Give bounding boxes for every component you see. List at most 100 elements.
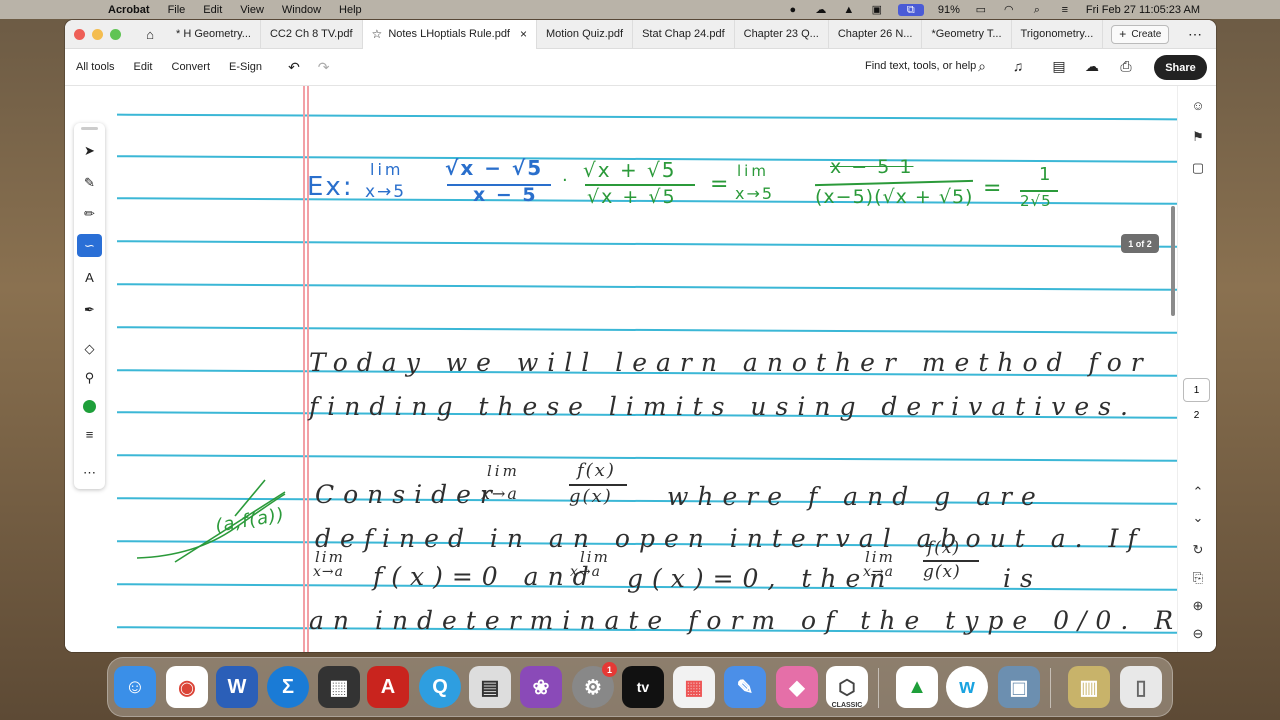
creative-cloud-icon[interactable]: ☁ [814,4,828,16]
conjugate-numerator: √x + √5 [583,158,677,182]
select-arrow-icon[interactable]: ➤ [77,139,102,162]
search-icon[interactable]: ⌕ [973,58,991,75]
undo-icon[interactable]: ↶ [288,59,300,76]
freehand-draw-icon[interactable]: ∽ [77,234,102,257]
bookmark-icon[interactable]: ⚑ [1189,129,1207,145]
page-thumb-1[interactable]: 1 [1183,378,1210,402]
menu-app-name[interactable]: Acrobat [108,4,150,16]
chrome-icon[interactable]: ◉ [166,666,208,708]
create-label: Create [1131,28,1162,40]
tab-chapter-26[interactable]: Chapter 26 N... [829,20,923,49]
finder-icon[interactable]: ☺ [114,666,156,708]
comment-icon[interactable]: ☺ [1189,98,1207,113]
comment-tool-icon[interactable]: ✎ [77,171,102,194]
menu-edit[interactable]: Edit [203,4,222,16]
google-drive-icon[interactable]: ▲ [896,666,938,708]
document-view[interactable]: Ex: lim x→5 √x − √5 x − 5 · √x + √5 √x +… [65,86,1216,652]
zoom-in-icon[interactable]: ⊕ [1189,598,1207,614]
photo-booth-icon[interactable]: ❀ [520,666,562,708]
pin-icon[interactable]: ⚲ [77,366,102,389]
esign-button[interactable]: E-Sign [229,61,262,73]
cloud-upload-icon[interactable]: ☁ [1083,58,1101,75]
search-icon[interactable]: ⌕ [1030,4,1044,16]
menu-view[interactable]: View [240,4,264,16]
record-icon[interactable]: ● [786,4,800,16]
convert-button[interactable]: Convert [172,61,211,73]
pencil-app-icon[interactable]: ✎ [724,666,766,708]
close-tab-icon[interactable]: × [520,27,527,41]
trash-icon[interactable]: ▯ [1120,666,1162,708]
tab-chapter-23[interactable]: Chapter 23 Q... [735,20,829,49]
edit-button[interactable]: Edit [134,61,153,73]
word-icon[interactable]: W [216,666,258,708]
create-button[interactable]: + Create [1111,24,1170,44]
zoom-window-button[interactable] [110,28,121,40]
menu-file[interactable]: File [168,4,186,16]
refresh-icon[interactable]: ↻ [1189,542,1207,558]
headphones-icon[interactable]: ♫ [1009,58,1027,74]
all-tools-button[interactable]: All tools [76,61,115,73]
pages-icon[interactable]: ▢ [1189,160,1207,176]
datetime[interactable]: Fri Feb 27 11:05:23 AM [1086,4,1200,16]
tab-cc2[interactable]: CC2 Ch 8 TV.pdf [261,20,363,49]
find-text-field[interactable]: Find text, tools, or help [865,60,976,72]
tab-motion-quiz[interactable]: Motion Quiz.pdf [537,20,634,49]
export-icon[interactable]: ⎘ [1189,570,1207,586]
menu-window[interactable]: Window [282,4,321,16]
ruled-line [117,454,1177,462]
star-icon[interactable]: ☆ [372,27,383,41]
more-tools-icon[interactable]: ⋯ [77,461,102,484]
tab-stat-chap[interactable]: Stat Chap 24.pdf [633,20,735,49]
zoom-out-icon[interactable]: ⊖ [1189,626,1207,642]
close-window-button[interactable] [74,28,85,40]
tab-trigonometry[interactable]: Trigonometry... [1012,20,1104,49]
more-options-icon[interactable]: ⋯ [1188,26,1202,43]
lim-subscript: x→a [481,484,519,503]
drawing-tools-panel: ➤ ✎ ✏ ∽ A ✒ ◇ ⚲ ≡ ⋯ [74,123,105,489]
eraser-icon[interactable]: ◇ [77,337,102,360]
quicktime-icon[interactable]: Q [419,666,461,708]
geogebra-classic-icon[interactable]: ⬡ CLASSIC [826,666,868,709]
minimize-window-button[interactable] [92,28,103,40]
color-picker[interactable] [83,400,96,413]
launchpad-icon[interactable]: ▦ [673,666,715,708]
drag-handle[interactable] [81,127,98,130]
highlight-tool-icon[interactable]: ✏ [77,202,102,225]
control-center-icon[interactable]: ≡ [1058,4,1072,16]
print-icon[interactable]: ⎙ [1117,58,1135,75]
page-thumb-2[interactable]: 2 [1183,410,1210,421]
tab-notes-lhopitals[interactable]: ☆ Notes LHoptials Rule.pdf × [362,20,538,49]
wifi-icon[interactable]: ◠ [1002,4,1016,16]
battery-icon[interactable]: ▭ [974,4,988,16]
airplay-icon[interactable]: ▣ [870,4,884,16]
preview-icon[interactable]: ▣ [998,666,1040,708]
chevron-up-icon[interactable]: ⌃ [1189,484,1207,500]
tab-label: Stat Chap 24.pdf [642,28,725,40]
home-icon[interactable]: ⌂ [141,27,159,42]
calculator-icon[interactable]: ▦ [318,666,360,708]
paint-app-icon[interactable]: ◆ [776,666,818,708]
stamp-tool-icon[interactable]: ✒ [77,298,102,321]
text-box-icon[interactable]: A [77,266,102,289]
menu-help[interactable]: Help [339,4,362,16]
apple-tv-icon[interactable]: tv [622,666,664,708]
graphing-calculator-icon[interactable]: ▤ [469,666,511,708]
acrobat-icon[interactable]: A [367,666,409,708]
share-button[interactable]: Share [1154,55,1207,80]
tab-label: Motion Quiz.pdf [546,28,624,40]
w-app-icon[interactable]: w [946,666,988,708]
sigma-app-icon[interactable]: Σ [267,666,309,708]
save-icon[interactable]: ▤ [1050,58,1068,75]
dock-separator [878,668,879,708]
upload-icon[interactable]: ▲ [842,4,856,16]
chevron-down-icon[interactable]: ⌄ [1189,510,1207,526]
downloads-folder-icon[interactable]: ▥ [1068,666,1110,708]
screen-share-icon[interactable]: ⧉ [897,3,924,16]
line-width-icon[interactable]: ≡ [77,423,102,446]
system-settings-icon[interactable]: ⚙ 1 [572,662,617,708]
redo-icon[interactable]: ↷ [318,59,330,76]
tab-h-geometry[interactable]: * H Geometry... [167,20,261,49]
vertical-scrollbar[interactable] [1171,206,1175,316]
tab-label: CC2 Ch 8 TV.pdf [269,28,353,40]
tab-geometry-t[interactable]: *Geometry T... [922,20,1012,49]
